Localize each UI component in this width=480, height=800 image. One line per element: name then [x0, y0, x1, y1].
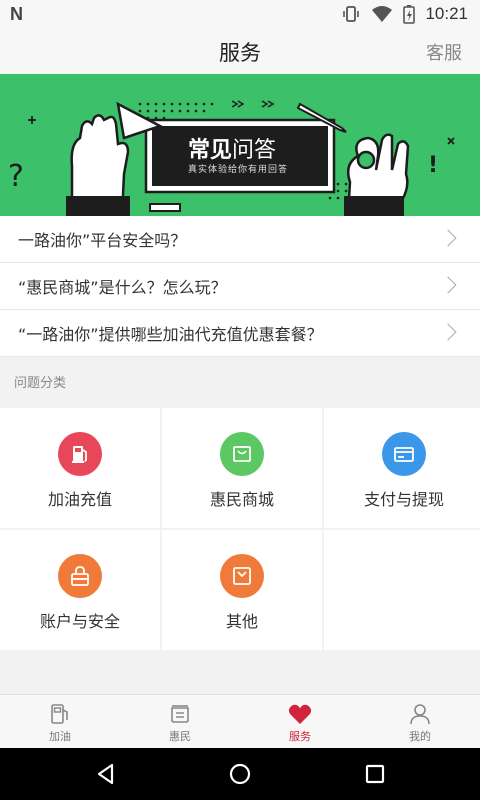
category-grid: 加油充值 惠民商城 支付与提现 账户与安全 其他	[0, 408, 480, 650]
faq-list: 一路油你”平台安全吗？ “惠民商城”是什么？怎么玩？ “一路油你”提供哪些加油代…	[0, 216, 480, 357]
home-icon[interactable]	[228, 762, 252, 786]
category-label: 账户与安全	[39, 612, 120, 631]
category-label: 其他	[225, 612, 258, 631]
app-header: 服务 客服	[0, 28, 480, 74]
faq-item[interactable]: “一路油你”提供哪些加油代充值优惠套餐？	[0, 310, 480, 357]
faq-banner[interactable]: ? ! 常见问答 真实体验给你有用回答	[0, 74, 480, 216]
category-label: 加油充值	[47, 490, 112, 509]
vibrate-icon	[343, 6, 360, 22]
banner-title-light: 问答	[232, 138, 277, 163]
back-icon[interactable]	[94, 762, 118, 786]
system-nav-bar	[0, 748, 480, 800]
chevron-right-icon	[439, 229, 457, 247]
category-empty-slot	[324, 530, 480, 650]
page-title: 服务	[219, 41, 261, 65]
chevron-right-icon	[439, 323, 457, 341]
faq-item[interactable]: “惠民商城”是什么？怎么玩？	[0, 263, 480, 310]
status-time: 10:21	[425, 4, 468, 23]
category-fuel-recharge[interactable]: 加油充值	[0, 408, 160, 528]
tab-label: 加油	[49, 730, 71, 743]
category-account[interactable]: 账户与安全	[0, 530, 160, 650]
tab-label: 服务	[289, 730, 311, 743]
customer-service-button[interactable]: 客服	[426, 39, 462, 65]
faq-item-text: “一路油你”提供哪些加油代充值优惠套餐？	[18, 325, 323, 344]
document-icon	[220, 554, 264, 598]
heart-icon	[287, 701, 313, 727]
tab-huimin[interactable]: 惠民	[120, 695, 240, 748]
fuel-pump-icon	[58, 432, 102, 476]
category-label: 支付与提现	[363, 490, 444, 509]
category-label: 惠民商城	[209, 490, 274, 509]
banner-title: 常见问答	[188, 132, 276, 164]
tab-me[interactable]: 我的	[360, 695, 480, 748]
category-payment[interactable]: 支付与提现	[324, 408, 480, 528]
fuel-icon	[47, 701, 73, 727]
svg-text:?: ?	[8, 159, 24, 194]
bottom-tab-bar: 加油 惠民 服务 我的	[0, 694, 480, 748]
category-mall[interactable]: 惠民商城	[162, 408, 322, 528]
faq-item-text: 一路油你”平台安全吗？	[18, 231, 187, 250]
faq-item[interactable]: 一路油你”平台安全吗？	[0, 216, 480, 263]
banner-title-bold: 常见	[188, 138, 233, 163]
status-icons: 10:21	[341, 4, 468, 24]
recents-icon[interactable]	[363, 762, 387, 786]
person-icon	[407, 701, 433, 727]
chevron-right-icon	[439, 276, 457, 294]
store-icon	[167, 701, 193, 727]
tab-label: 我的	[409, 730, 431, 743]
wifi-icon	[372, 6, 393, 22]
tab-label: 惠民	[169, 730, 191, 743]
status-app-logo: N	[10, 4, 23, 24]
faq-item-text: “惠民商城”是什么？怎么玩？	[18, 278, 227, 297]
category-other[interactable]: 其他	[162, 530, 322, 650]
lock-icon	[58, 554, 102, 598]
svg-text:!: !	[428, 153, 438, 178]
tab-service[interactable]: 服务	[240, 695, 360, 748]
status-bar: N 10:21	[0, 0, 480, 28]
shopping-bag-icon	[220, 432, 264, 476]
card-icon	[382, 432, 426, 476]
banner-subtitle: 真实体验给你有用回答	[188, 165, 289, 175]
section-label: 问题分类	[14, 376, 67, 391]
tab-fuel[interactable]: 加油	[0, 695, 120, 748]
battery-icon	[403, 5, 416, 24]
